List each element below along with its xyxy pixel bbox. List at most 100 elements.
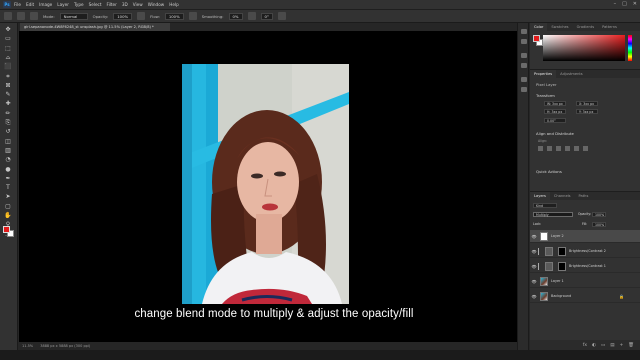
hue-slider[interactable] <box>628 35 632 61</box>
menu-image[interactable]: Image <box>39 2 52 7</box>
visibility-eye-icon[interactable]: 👁 <box>530 234 538 239</box>
align-center-icon[interactable] <box>547 146 552 151</box>
layer-mask-thumbnail[interactable] <box>558 246 566 256</box>
color-picker-field[interactable] <box>543 35 625 61</box>
menu-layer[interactable]: Layer <box>57 2 69 7</box>
menu-window[interactable]: Window <box>148 2 165 7</box>
dodge-icon[interactable]: ● <box>4 166 12 173</box>
gear-icon[interactable] <box>247 12 256 20</box>
tab-patterns[interactable]: Patterns <box>598 23 621 31</box>
layer-filter-kind[interactable]: Kind <box>533 203 557 208</box>
tab-color[interactable]: Color <box>530 23 548 31</box>
align-bottom-icon[interactable] <box>583 146 588 151</box>
move-icon[interactable]: ✥ <box>4 27 12 33</box>
tab-layers[interactable]: Layers <box>530 192 550 200</box>
current-tool-icon[interactable] <box>4 12 12 20</box>
frame-icon[interactable]: ⊠ <box>4 82 12 89</box>
pen-icon[interactable]: ✒ <box>4 175 12 182</box>
zoom-level[interactable]: 11.5% <box>22 344 33 348</box>
visibility-eye-icon[interactable]: 👁 <box>530 264 538 269</box>
marquee-icon[interactable]: ⬚ <box>4 45 12 52</box>
adjustment-layer-icon[interactable]: ◐ <box>592 343 596 348</box>
opacity-field[interactable]: 100% <box>113 12 133 20</box>
brush-icon[interactable]: ✏ <box>4 110 12 117</box>
maximize-icon[interactable]: □ <box>622 1 627 7</box>
symmetry-icon[interactable] <box>277 12 286 20</box>
menu-3d[interactable]: 3D <box>122 2 128 7</box>
eyedropper-icon[interactable]: ✎ <box>4 92 12 98</box>
hand-icon[interactable]: ✋ <box>4 213 12 219</box>
tab-channels[interactable]: Channels <box>550 192 575 200</box>
layer-thumbnail[interactable] <box>540 276 548 286</box>
layer-row[interactable]: 👁 Background 🔒 <box>530 290 640 303</box>
align-top-icon[interactable] <box>565 146 570 151</box>
visibility-eye-icon[interactable]: 👁 <box>530 294 538 299</box>
pressure-opacity-icon[interactable] <box>137 12 146 20</box>
menu-type[interactable]: Type <box>74 2 84 7</box>
clone-source-icon[interactable] <box>521 87 527 92</box>
transform-title[interactable]: Transform <box>536 93 555 98</box>
clone-stamp-icon[interactable]: ⎘ <box>4 120 12 126</box>
gradient-icon[interactable]: ▥ <box>4 147 12 154</box>
angle-field[interactable]: 0.00° <box>544 118 566 123</box>
brush-preset-icon[interactable] <box>17 12 25 20</box>
rectangle-icon[interactable]: ▢ <box>4 203 12 210</box>
tab-swatches[interactable]: Swatches <box>547 23 572 31</box>
flow-field[interactable]: 100% <box>164 12 184 20</box>
layer-mask-thumbnail[interactable] <box>558 261 566 271</box>
align-title[interactable]: Align and Distribute <box>536 131 574 136</box>
new-layer-icon[interactable]: + <box>620 343 624 348</box>
artboard-icon[interactable]: ▭ <box>4 36 12 42</box>
width-field[interactable]: W: 3xx px <box>544 101 566 106</box>
layer-row[interactable]: 👁 Layer 1 <box>530 275 640 288</box>
object-select-icon[interactable]: ⬛ <box>4 64 12 70</box>
eraser-icon[interactable]: ◫ <box>4 138 12 145</box>
healing-icon[interactable]: ✚ <box>4 101 12 107</box>
align-middle-icon[interactable] <box>574 146 579 151</box>
layer-thumbnail[interactable] <box>540 231 548 241</box>
history-brush-icon[interactable]: ↺ <box>4 129 12 135</box>
group-icon[interactable]: ▤ <box>610 343 614 348</box>
lasso-icon[interactable]: ⌓ <box>4 54 12 61</box>
character-panel-icon[interactable] <box>521 53 527 58</box>
tab-adjustments[interactable]: Adjustments <box>556 70 587 78</box>
tab-gradients[interactable]: Gradients <box>573 23 599 31</box>
layer-thumbnail[interactable] <box>545 246 553 256</box>
layer-thumbnail[interactable] <box>540 291 548 301</box>
menu-file[interactable]: File <box>14 2 21 7</box>
blend-mode-select[interactable]: Multiply <box>533 212 573 217</box>
visibility-eye-icon[interactable]: 👁 <box>530 279 538 284</box>
paragraph-panel-icon[interactable] <box>521 63 527 68</box>
tab-properties[interactable]: Properties <box>530 70 557 78</box>
minimize-icon[interactable]: – <box>614 1 617 7</box>
layer-row[interactable]: 👁 Brightness/Contrast 1 <box>530 260 640 273</box>
path-select-icon[interactable]: ➤ <box>4 194 12 200</box>
mask-icon[interactable]: ▭ <box>601 343 605 348</box>
brush-settings-icon[interactable] <box>30 12 38 20</box>
quick-actions-title[interactable]: Quick Actions <box>536 169 562 174</box>
align-right-icon[interactable] <box>556 146 561 151</box>
airbrush-icon[interactable] <box>188 12 197 20</box>
document-tab[interactable]: girl-sepanonode-4W8F6248_st unsplash.jpg… <box>20 23 170 31</box>
smoothing-field[interactable]: 0% <box>228 12 243 20</box>
crop-icon[interactable]: ⌗ <box>4 73 12 80</box>
close-icon[interactable]: ✕ <box>633 1 637 7</box>
angle-field[interactable]: 0° <box>260 12 273 20</box>
height-field[interactable]: H: 3xx px <box>544 109 566 114</box>
y-field[interactable]: Y: 3xx px <box>576 109 598 114</box>
blur-icon[interactable]: ◔ <box>4 157 12 163</box>
layer-row[interactable]: 👁 Layer 2 <box>530 230 640 243</box>
visibility-eye-icon[interactable]: 👁 <box>530 249 538 254</box>
layer-thumbnail[interactable] <box>545 261 553 271</box>
mode-select[interactable]: Normal <box>59 12 88 20</box>
x-field[interactable]: X: 3xx px <box>576 101 598 106</box>
fx-icon[interactable]: fx <box>583 343 587 348</box>
history-panel-icon[interactable] <box>521 29 527 34</box>
menu-view[interactable]: View <box>133 2 143 7</box>
adjust-panel-icon[interactable] <box>521 39 527 44</box>
foreground-color-swatch[interactable] <box>3 226 10 233</box>
align-left-icon[interactable] <box>538 146 543 151</box>
trash-icon[interactable]: 🗑 <box>628 343 634 348</box>
menu-filter[interactable]: Filter <box>106 2 116 7</box>
fill-field[interactable]: 100% <box>592 222 606 227</box>
